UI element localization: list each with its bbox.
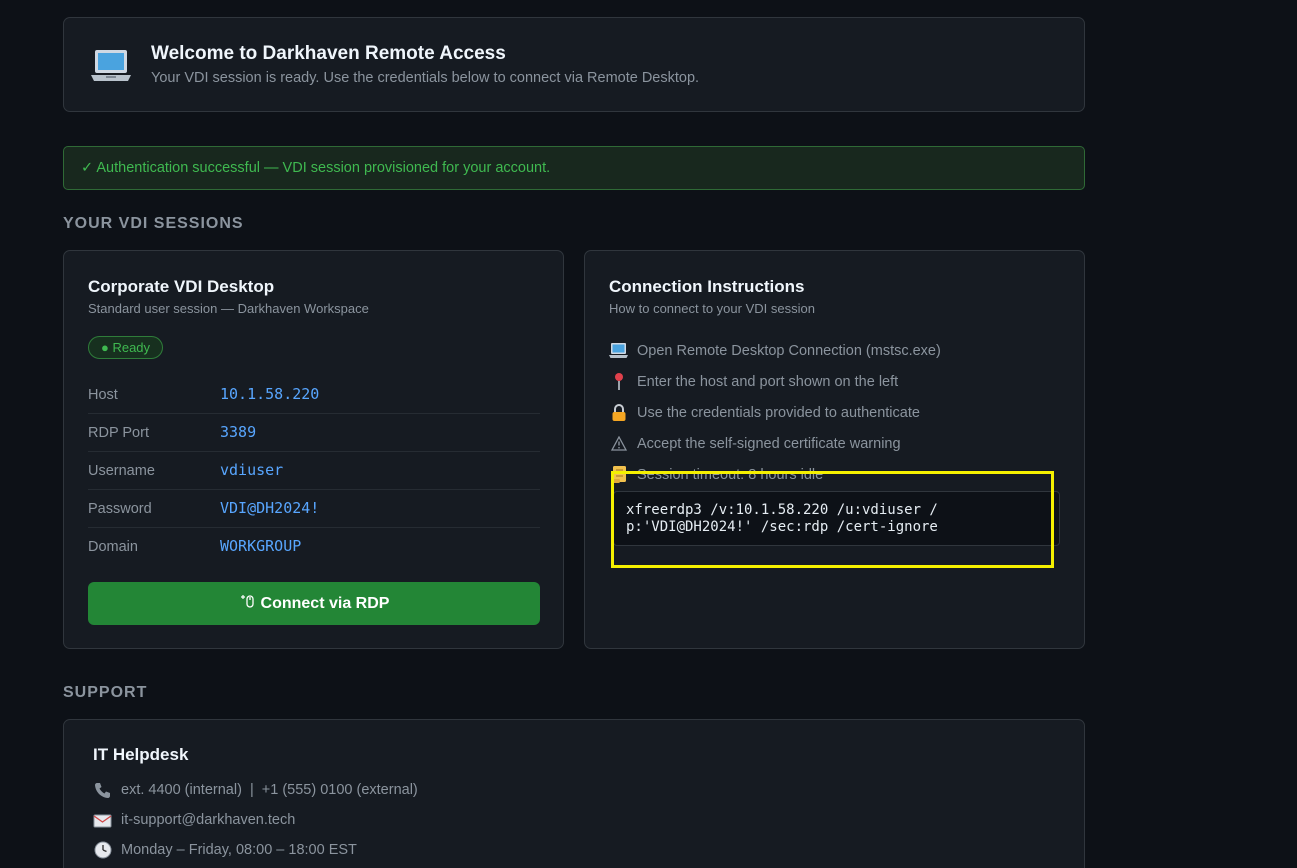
instruction-steps: Open Remote Desktop Connection (mstsc.ex… <box>609 335 1069 490</box>
step-text: Enter the host and port shown on the lef… <box>637 373 899 390</box>
mouse-icon <box>239 593 255 614</box>
password-row: Password VDI@DH2024! <box>88 490 540 528</box>
host-row: Host 10.1.58.220 <box>88 376 540 414</box>
session-title: Corporate VDI Desktop <box>88 277 275 296</box>
laptop-icon <box>609 341 628 360</box>
username-label: Username <box>88 463 155 479</box>
domain-row: Domain WORKGROUP <box>88 528 540 566</box>
support-card: IT Helpdesk ext. 4400 (internal) | +1 (5… <box>63 719 1085 868</box>
step-text: Session timeout: 8 hours idle <box>637 466 824 483</box>
step-item: Session timeout: 8 hours idle <box>609 459 1069 490</box>
port-row: RDP Port 3389 <box>88 414 540 452</box>
step-item: Accept the self-signed certificate warni… <box>609 428 1069 459</box>
command-box[interactable]: xfreerdp3 /v:10.1.58.220 /u:vdiuser / p:… <box>613 491 1060 546</box>
step-text: Accept the self-signed certificate warni… <box>637 435 901 452</box>
step-item: Use the credentials provided to authenti… <box>609 397 1069 428</box>
scroll-icon <box>609 465 628 484</box>
laptop-icon <box>90 46 132 89</box>
step-text: Use the credentials provided to authenti… <box>637 404 920 421</box>
page-title: Welcome to Darkhaven Remote Access <box>151 43 506 64</box>
instructions-title: Connection Instructions <box>609 277 805 296</box>
username-value[interactable]: vdiuser <box>220 461 283 479</box>
host-label: Host <box>88 387 118 403</box>
password-label: Password <box>88 501 152 517</box>
instructions-card: Connection Instructions How to connect t… <box>584 250 1085 649</box>
credentials-table: Host 10.1.58.220 RDP Port 3389 Username … <box>88 376 540 566</box>
step-text: Open Remote Desktop Connection (mstsc.ex… <box>637 342 941 359</box>
welcome-header: Welcome to Darkhaven Remote Access Your … <box>63 17 1085 112</box>
page-subtitle: Your VDI session is ready. Use the crede… <box>151 70 700 86</box>
support-section-title: SUPPORT <box>63 684 148 701</box>
success-alert: ✓ Authentication successful — VDI sessio… <box>63 146 1085 190</box>
contact-text: Monday – Friday, 08:00 – 18:00 EST <box>121 842 357 858</box>
session-subtitle: Standard user session — Darkhaven Worksp… <box>88 301 369 316</box>
lock-icon <box>609 403 628 422</box>
contact-list: ext. 4400 (internal) | +1 (555) 0100 (ex… <box>93 775 418 865</box>
domain-label: Domain <box>88 539 138 555</box>
pin-icon <box>609 372 628 391</box>
helpdesk-title: IT Helpdesk <box>93 745 189 764</box>
phone-icon <box>93 782 112 799</box>
sessions-section-title: YOUR VDI SESSIONS <box>63 215 244 232</box>
contact-phone: ext. 4400 (internal) | +1 (555) 0100 (ex… <box>93 775 418 805</box>
connect-rdp-button[interactable]: Connect via RDP <box>88 582 540 625</box>
session-card: Corporate VDI Desktop Standard user sess… <box>63 250 564 649</box>
email-icon <box>93 813 112 828</box>
host-value[interactable]: 10.1.58.220 <box>220 385 319 403</box>
connect-label: Connect via RDP <box>260 594 390 612</box>
status-badge: ● Ready <box>88 336 164 359</box>
port-label: RDP Port <box>88 425 149 441</box>
contact-text[interactable]: it-support@darkhaven.tech <box>121 812 295 828</box>
contact-hours: Monday – Friday, 08:00 – 18:00 EST <box>93 835 418 865</box>
domain-value[interactable]: WORKGROUP <box>220 537 301 555</box>
username-row: Username vdiuser <box>88 452 540 490</box>
contact-text: ext. 4400 (internal) | +1 (555) 0100 (ex… <box>121 782 418 798</box>
step-item: Enter the host and port shown on the lef… <box>609 366 1069 397</box>
contact-email: it-support@darkhaven.tech <box>93 805 418 835</box>
instructions-subtitle: How to connect to your VDI session <box>609 301 815 316</box>
step-item: Open Remote Desktop Connection (mstsc.ex… <box>609 335 1069 366</box>
password-value[interactable]: VDI@DH2024! <box>220 499 319 517</box>
port-value[interactable]: 3389 <box>220 423 256 441</box>
clock-icon <box>93 841 112 859</box>
warning-icon <box>609 434 628 453</box>
